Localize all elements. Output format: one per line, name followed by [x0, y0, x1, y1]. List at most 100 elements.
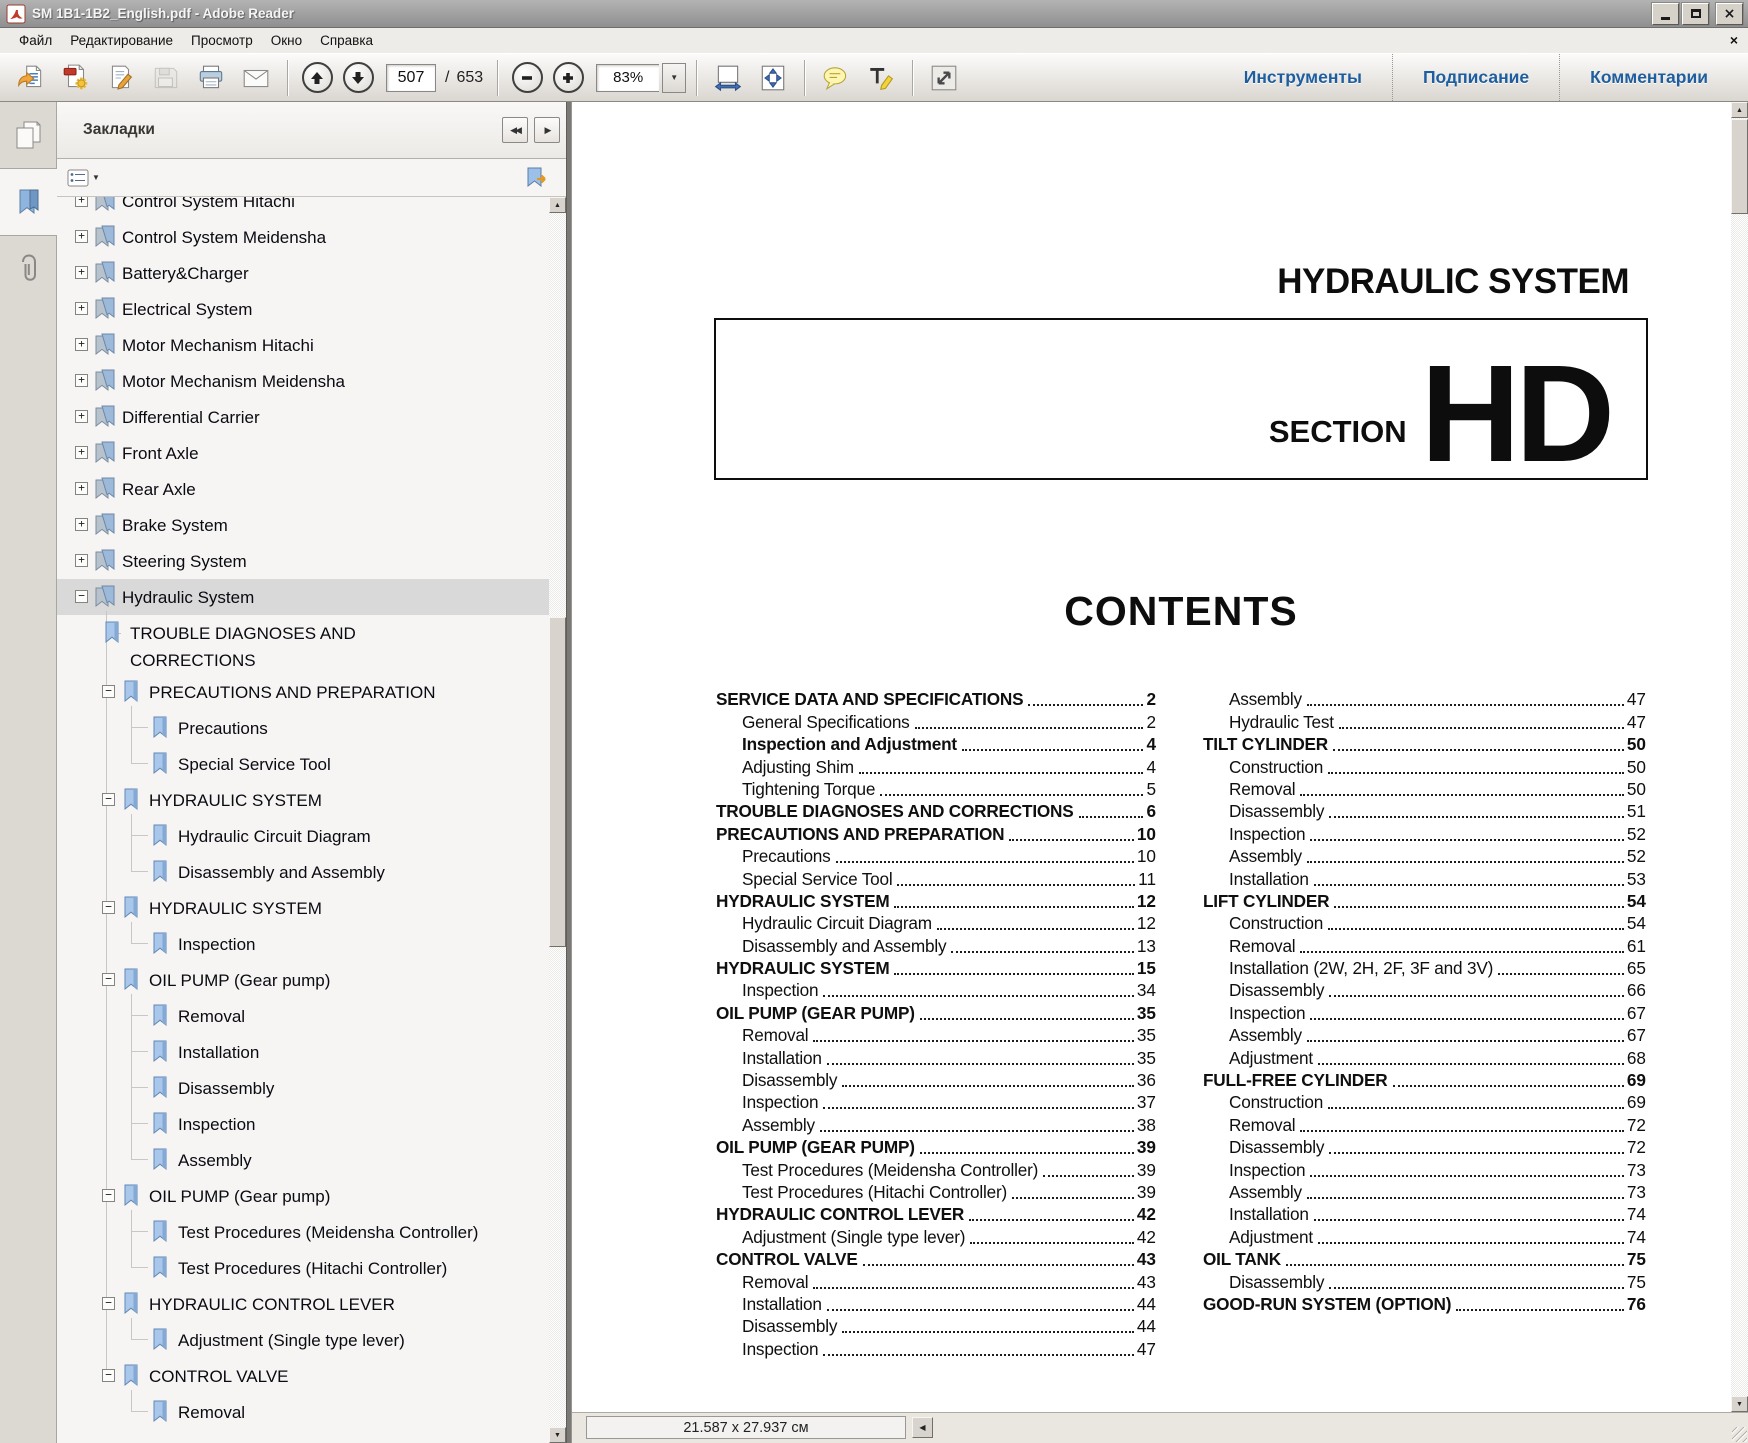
toc-entry: HYDRAULIC SYSTEM15 [716, 957, 1156, 979]
toc-leader-dots [1456, 1309, 1624, 1311]
add-comment-button[interactable] [815, 58, 857, 98]
expand-plus-icon[interactable]: + [75, 230, 88, 243]
bookmark-item[interactable]: +Motor Mechanism Meidensha [57, 363, 549, 399]
bookmark-item[interactable]: +Rear Axle [57, 471, 549, 507]
bookmarks-back-button[interactable]: ◀◀ [502, 117, 528, 143]
bookmarks-options-button[interactable]: ▼ [67, 168, 100, 188]
scrollbar-thumb[interactable] [1731, 119, 1748, 214]
bookmark-item[interactable]: +Control System Meidensha [57, 219, 549, 255]
page-thumbnails-button[interactable] [0, 102, 56, 168]
bookmark-item[interactable]: −HYDRAULIC SYSTEM [57, 782, 549, 818]
bookmark-item[interactable]: +Battery&Charger [57, 255, 549, 291]
menu-edit[interactable]: Редактирование [61, 30, 182, 51]
toc-entry: Inspection37 [716, 1091, 1156, 1113]
close-document-button[interactable]: × [1730, 32, 1738, 48]
expand-plus-icon[interactable]: + [75, 266, 88, 279]
bookmark-item[interactable]: +Brake System [57, 507, 549, 543]
tab-sign[interactable]: Подписание [1392, 54, 1559, 101]
bookmark-ribbon-icon [94, 548, 114, 574]
scrollbar-thumb[interactable] [549, 617, 566, 947]
attachments-button[interactable] [0, 236, 56, 302]
menu-help[interactable]: Справка [311, 30, 382, 51]
resize-grip[interactable] [1732, 1427, 1747, 1442]
collapse-minus-icon[interactable]: − [102, 793, 115, 806]
tab-comments[interactable]: Комментарии [1559, 54, 1738, 101]
bookmark-item[interactable]: +Electrical System [57, 291, 549, 327]
collapse-minus-icon[interactable]: − [102, 973, 115, 986]
bookmark-item[interactable]: +Front Axle [57, 435, 549, 471]
bookmark-item[interactable]: +Motor Mechanism Hitachi [57, 327, 549, 363]
highlight-text-button[interactable] [860, 58, 902, 98]
scroll-down-button[interactable]: ▼ [549, 1427, 566, 1443]
menu-view[interactable]: Просмотр [182, 30, 262, 51]
bookmark-item[interactable]: −PRECAUTIONS AND PREPARATION [57, 674, 549, 710]
collapse-minus-icon[interactable]: − [102, 901, 115, 914]
zoom-level-input[interactable]: 83% [596, 64, 659, 92]
expand-plus-icon[interactable]: + [75, 374, 88, 387]
sign-document-button[interactable] [100, 58, 142, 98]
bookmark-item[interactable]: TROUBLE DIAGNOSES AND CORRECTIONS [57, 615, 549, 674]
email-button[interactable] [235, 58, 277, 98]
menu-window[interactable]: Окно [262, 30, 311, 51]
goto-bookmark-button[interactable] [524, 166, 550, 190]
maximize-button[interactable] [1682, 3, 1709, 25]
tree-guide-line [131, 706, 132, 764]
zoom-dropdown-button[interactable]: ▼ [662, 63, 686, 93]
menu-file[interactable]: Файл [10, 30, 61, 51]
expand-plus-icon[interactable]: + [75, 338, 88, 351]
save-button[interactable] [145, 58, 187, 98]
collapse-minus-icon[interactable]: − [102, 1297, 115, 1310]
bookmark-ribbon-icon [94, 332, 114, 358]
scroll-down-button[interactable]: ▼ [1731, 1396, 1748, 1412]
document-scrollbar[interactable]: ▲ ▼ [1731, 102, 1748, 1412]
bookmark-item[interactable]: −HYDRAULIC CONTROL LEVER [57, 1286, 549, 1322]
collapse-minus-icon[interactable]: − [102, 1189, 115, 1202]
expand-plus-icon[interactable]: + [75, 446, 88, 459]
bookmark-ribbon-icon [121, 787, 141, 813]
minimize-button[interactable] [1652, 3, 1679, 25]
bookmarks-panel-button[interactable] [0, 168, 57, 236]
status-scroll-left-button[interactable]: ◀ [912, 1417, 933, 1438]
expand-plus-icon[interactable]: + [75, 518, 88, 531]
fit-page-button[interactable] [752, 58, 794, 98]
expand-plus-icon[interactable]: + [75, 410, 88, 423]
print-button[interactable] [190, 58, 232, 98]
zoom-out-button[interactable] [508, 58, 546, 98]
bookmark-item[interactable]: −OIL PUMP (Gear pump) [57, 1178, 549, 1214]
bookmark-item[interactable]: −Hydraulic System [57, 579, 549, 615]
bookmark-item[interactable]: −OIL PUMP (Gear pump) [57, 962, 549, 998]
bookmarks-scrollbar[interactable]: ▲ ▼ [549, 197, 566, 1443]
previous-page-button[interactable] [298, 58, 336, 98]
collapse-minus-icon[interactable]: − [102, 1369, 115, 1382]
create-pdf-button[interactable] [55, 58, 97, 98]
bookmark-item[interactable]: +Control System Hitachi [57, 197, 549, 219]
close-button[interactable]: × [1716, 3, 1743, 25]
tab-tools[interactable]: Инструменты [1214, 54, 1392, 101]
toc-entry: Inspection67 [1203, 1001, 1646, 1023]
expand-plus-icon[interactable]: + [75, 482, 88, 495]
expand-plus-icon[interactable]: + [75, 197, 88, 207]
bookmark-item[interactable]: −CONTROL VALVE [57, 1358, 549, 1394]
toc-entry: Tightening Torque5 [716, 778, 1156, 800]
expand-plus-icon[interactable]: + [75, 554, 88, 567]
scroll-up-button[interactable]: ▲ [1731, 102, 1748, 118]
scroll-up-button[interactable]: ▲ [549, 197, 566, 213]
collapse-minus-icon[interactable]: − [102, 685, 115, 698]
next-page-button[interactable] [339, 58, 377, 98]
toc-page-number: 37 [1137, 1092, 1156, 1113]
toc-label: Inspection [1229, 1003, 1305, 1024]
bookmarks-forward-button[interactable]: ▶ [534, 117, 560, 143]
fullscreen-button[interactable] [923, 58, 965, 98]
bookmark-label: HYDRAULIC SYSTEM [149, 895, 322, 922]
expand-plus-icon[interactable]: + [75, 302, 88, 315]
toc-entry: OIL PUMP (GEAR PUMP)39 [716, 1136, 1156, 1158]
fit-width-button[interactable] [707, 58, 749, 98]
open-file-button[interactable] [10, 58, 52, 98]
page-divider: / [445, 69, 449, 87]
bookmark-item[interactable]: +Differential Carrier [57, 399, 549, 435]
bookmark-item[interactable]: − HYDRAULIC SYSTEM [57, 890, 549, 926]
collapse-minus-icon[interactable]: − [75, 590, 88, 603]
zoom-in-button[interactable] [549, 58, 587, 98]
bookmark-item[interactable]: +Steering System [57, 543, 549, 579]
page-number-input[interactable]: 507 [386, 64, 436, 92]
